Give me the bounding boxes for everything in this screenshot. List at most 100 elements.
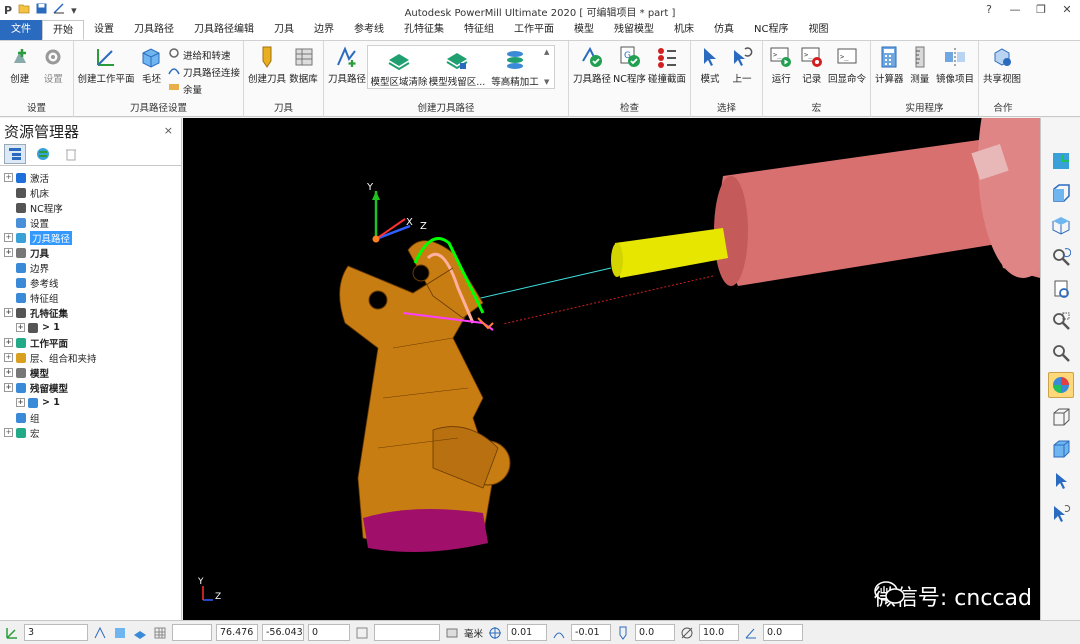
tab-file[interactable]: 文件: [0, 20, 42, 40]
expand-icon[interactable]: +: [16, 323, 25, 332]
pick-icon[interactable]: [112, 625, 128, 641]
explorer-globe-tab[interactable]: [32, 144, 54, 164]
tab-model[interactable]: 模型: [564, 20, 604, 40]
tree-node[interactable]: 设置: [0, 215, 181, 230]
tree-node[interactable]: + > 1: [0, 395, 181, 410]
view-top-button[interactable]: [1048, 212, 1074, 238]
tab-view[interactable]: 视图: [798, 20, 838, 40]
collision-section-button[interactable]: 碰撞截面: [648, 45, 686, 85]
tree-node[interactable]: + 层、组合和夹持: [0, 350, 181, 365]
verify-nc-button[interactable]: G NC程序: [613, 45, 646, 85]
model-rest-clearance-button[interactable]: 模型残留区...: [429, 48, 485, 88]
tree-node[interactable]: + 残留模型: [0, 380, 181, 395]
zoom-box-button[interactable]: [1048, 308, 1074, 334]
shaded-cube-button[interactable]: [1048, 436, 1074, 462]
close-button[interactable]: ✕: [1054, 0, 1080, 20]
tree-node[interactable]: + 宏: [0, 425, 181, 440]
tab-feature-group[interactable]: 特征组: [454, 20, 504, 40]
tree-node[interactable]: + > 1: [0, 320, 181, 335]
expand-icon[interactable]: +: [4, 248, 13, 257]
tree-node[interactable]: + 激活: [0, 170, 181, 185]
tree-node[interactable]: + 刀具: [0, 245, 181, 260]
diameter-field[interactable]: 10.0: [699, 624, 740, 641]
tree-node[interactable]: + 模型: [0, 365, 181, 380]
dropdown-arrow-icon[interactable]: ▾: [71, 4, 77, 17]
expand-icon[interactable]: +: [4, 338, 13, 347]
expand-icon[interactable]: +: [4, 173, 13, 182]
select-tool-button[interactable]: [1048, 468, 1074, 494]
open-icon[interactable]: [18, 3, 30, 17]
workplane-select[interactable]: 3: [24, 624, 88, 641]
mirror-item-button[interactable]: 镜像项目: [936, 45, 974, 85]
graphics-viewport[interactable]: Y X Z Y Z 微信号: cnccad: [183, 118, 1040, 620]
tab-stock-model[interactable]: 残留模型: [604, 20, 664, 40]
share-view-button[interactable]: 共享视图: [983, 45, 1021, 85]
thickness-button[interactable]: 余量: [168, 81, 240, 96]
tab-home[interactable]: 开始: [42, 20, 84, 40]
create-setup-button[interactable]: 创建: [4, 45, 36, 85]
restore-button[interactable]: ❐: [1028, 0, 1054, 20]
tab-simulation[interactable]: 仿真: [704, 20, 744, 40]
expand-icon[interactable]: +: [16, 398, 25, 407]
explorer-tree-tab[interactable]: [4, 144, 26, 164]
tool-value-field[interactable]: 0.0: [635, 624, 676, 641]
expand-icon[interactable]: +: [4, 308, 13, 317]
macro-record-button[interactable]: >_ 记录: [798, 45, 827, 85]
tab-toolpath[interactable]: 刀具路径: [124, 20, 184, 40]
tab-setup[interactable]: 设置: [84, 20, 124, 40]
refresh-view-button[interactable]: [1048, 276, 1074, 302]
measure-button[interactable]: 测量: [906, 45, 934, 85]
zoom-refresh-button[interactable]: [1048, 244, 1074, 270]
tab-nc-program[interactable]: NC程序: [744, 20, 798, 40]
minimize-button[interactable]: —: [1002, 0, 1028, 20]
expand-icon[interactable]: +: [4, 233, 13, 242]
help-button[interactable]: ?: [976, 0, 1002, 20]
snap-icon[interactable]: [92, 625, 108, 641]
tab-tool[interactable]: 刀具: [264, 20, 304, 40]
tree-node[interactable]: 机床: [0, 185, 181, 200]
thickness-field[interactable]: -0.01: [571, 624, 612, 641]
expand-icon[interactable]: +: [4, 368, 13, 377]
toolpath-connections-button[interactable]: 刀具路径连接: [168, 64, 240, 79]
model-area-clearance-button[interactable]: 模型区域清除: [371, 48, 428, 88]
explorer-close-button[interactable]: ×: [164, 124, 173, 137]
tolerance-field[interactable]: 0.01: [507, 624, 548, 641]
view-iso-button[interactable]: [1048, 148, 1074, 174]
table-icon[interactable]: [354, 625, 370, 641]
select-previous-button[interactable]: 上一: [727, 45, 757, 85]
select-previous-view-button[interactable]: [1048, 500, 1074, 526]
create-workplane-button[interactable]: 创建工作平面: [78, 45, 135, 85]
setup-settings-button[interactable]: 设置: [38, 45, 70, 85]
calculator-button[interactable]: 计算器: [875, 45, 904, 85]
zoom-button[interactable]: [1048, 340, 1074, 366]
expand-icon[interactable]: +: [4, 353, 13, 362]
create-tool-button[interactable]: 创建刀具: [248, 45, 286, 85]
select-mode-button[interactable]: 模式: [695, 45, 725, 85]
plane-icon[interactable]: [132, 625, 148, 641]
tree-node[interactable]: 特征组: [0, 290, 181, 305]
grid-icon[interactable]: [152, 625, 168, 641]
wireframe-button[interactable]: [1048, 404, 1074, 430]
tab-hole-feature[interactable]: 孔特征集: [394, 20, 454, 40]
tree-node[interactable]: + 工作平面: [0, 335, 181, 350]
gallery-scroll[interactable]: ▲ ▼: [544, 48, 552, 86]
measure-icon[interactable]: [53, 3, 65, 17]
tree-node[interactable]: NC程序: [0, 200, 181, 215]
toolpath-button[interactable]: 刀具路径: [328, 45, 366, 85]
tree-node[interactable]: + 孔特征集: [0, 305, 181, 320]
tab-machine[interactable]: 机床: [664, 20, 704, 40]
view-front-button[interactable]: [1048, 180, 1074, 206]
angle-field[interactable]: 0.0: [763, 624, 804, 641]
tree-node[interactable]: 边界: [0, 260, 181, 275]
tree-node[interactable]: + 刀具路径: [0, 230, 181, 245]
save-icon[interactable]: [36, 3, 47, 17]
tree-node[interactable]: 参考线: [0, 275, 181, 290]
macro-run-button[interactable]: >_ 运行: [767, 45, 796, 85]
tab-toolpath-edit[interactable]: 刀具路径编辑: [184, 20, 264, 40]
feeds-speeds-button[interactable]: 进给和转速: [168, 47, 240, 62]
block-button[interactable]: 毛坯: [136, 45, 167, 85]
verify-toolpath-button[interactable]: 刀具路径: [573, 45, 611, 85]
explorer-trash-tab[interactable]: [60, 144, 82, 164]
tab-workplane[interactable]: 工作平面: [504, 20, 564, 40]
shaded-view-button[interactable]: [1047, 372, 1074, 398]
